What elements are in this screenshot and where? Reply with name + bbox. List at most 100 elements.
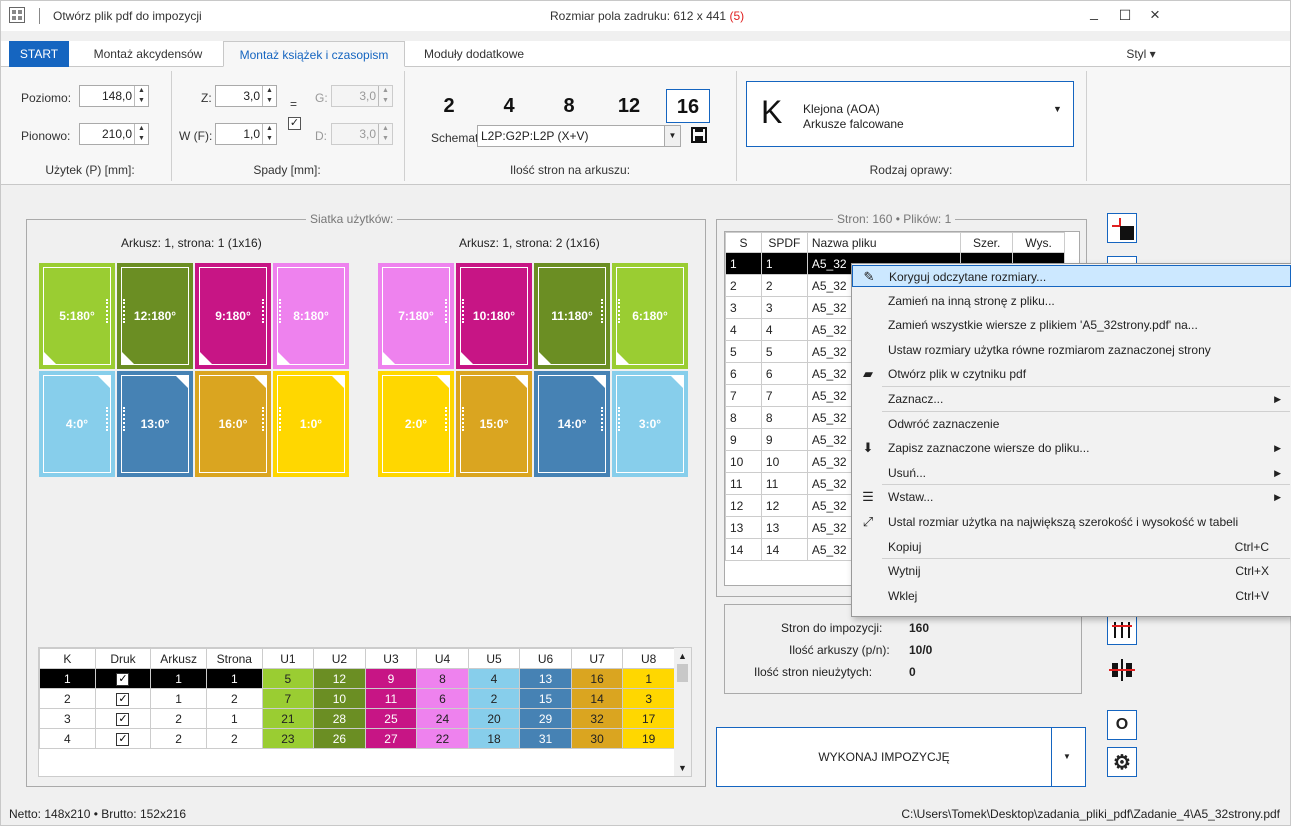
column-header[interactable]: Nazwa pliku (806, 232, 962, 253)
column-header[interactable]: SPDF (760, 232, 808, 253)
menu-item[interactable]: ⤢ Ustal rozmiar użytka na największą szer… (852, 511, 1291, 533)
column-header[interactable]: Druk (94, 648, 152, 669)
imposition-cell[interactable]: 12:180° (117, 263, 193, 369)
poziomo-stepper[interactable]: ▲ ▼ (134, 86, 148, 106)
pages-12-button[interactable]: 12 (607, 89, 651, 123)
close-button[interactable]: × (1145, 5, 1165, 25)
spad-w-stepper[interactable]: ▲ ▼ (262, 124, 276, 144)
druk-cell[interactable]: ✓ (94, 708, 152, 729)
scroll-thumb[interactable] (677, 664, 688, 682)
column-header[interactable]: Arkusz (150, 648, 207, 669)
druk-checkbox[interactable]: ✓ (116, 673, 130, 686)
table-row[interactable]: 3 ✓ 2 1 21 28 25 24 20 29 32 17 (39, 708, 675, 729)
pionowo-stepper[interactable]: ▲ ▼ (134, 124, 148, 144)
imposition-cell[interactable]: 14:0° (534, 371, 610, 477)
spad-g-input[interactable]: 3,0 ▲ ▼ (331, 85, 393, 107)
maximize-button[interactable]: ☐ (1115, 7, 1135, 24)
chevron-down-icon[interactable]: ▼ (664, 126, 680, 146)
menu-item[interactable]: Ustaw rozmiary użytka równe rozmiarom za… (852, 339, 1291, 361)
imposition-cell[interactable]: 11:180° (534, 263, 610, 369)
table-row[interactable]: 1 ✓ 1 1 5 12 9 8 4 13 16 1 (39, 668, 675, 689)
druk-cell[interactable]: ✓ (94, 668, 152, 689)
column-header[interactable]: U4 (416, 648, 469, 669)
column-header[interactable]: U8 (622, 648, 675, 669)
crop-marks-button[interactable] (1107, 213, 1137, 243)
imposition-cell[interactable]: 1:0° (273, 371, 349, 477)
imposition-cell[interactable]: 9:180° (195, 263, 271, 369)
imposition-cell[interactable]: 10:180° (456, 263, 532, 369)
app-icon[interactable] (9, 7, 25, 23)
scrollbar[interactable]: ▲ ▼ (674, 648, 691, 776)
column-header[interactable]: U6 (519, 648, 572, 669)
save-icon[interactable] (690, 125, 708, 145)
tab-moduly-dodatkowe[interactable]: Moduły dodatkowe (409, 41, 539, 67)
imposition-cell[interactable]: 4:0° (39, 371, 115, 477)
druk-cell[interactable]: ✓ (94, 728, 152, 749)
spad-d-input[interactable]: 3,0 ▲ ▼ (331, 123, 393, 145)
menu-item[interactable]: ⬇ Zapisz zaznaczone wiersze do pliku... ▶ (852, 437, 1291, 459)
spady-link-checkbox[interactable]: ✓ (288, 117, 301, 130)
column-header[interactable]: Szer. (960, 232, 1014, 253)
pionowo-input[interactable]: 210,0 ▲ ▼ (79, 123, 149, 145)
imposition-cell[interactable]: 5:180° (39, 263, 115, 369)
open-pdf-link[interactable]: Otwórz plik pdf do impozycji (53, 9, 202, 23)
druk-checkbox[interactable]: ✓ (116, 693, 130, 706)
imposition-cell[interactable]: 3:0° (612, 371, 688, 477)
imposition-cell[interactable]: 13:0° (117, 371, 193, 477)
column-header[interactable]: U1 (261, 648, 315, 669)
sheets-table[interactable]: K Druk Arkusz Strona U1 U2 U3 U4 U5 U6 U7 U8 1 ✓ 1 1 5 1… (38, 647, 692, 777)
spad-w-input[interactable]: 1,0 ▲ ▼ (215, 123, 277, 145)
druk-cell[interactable]: ✓ (94, 688, 152, 709)
spad-d-stepper[interactable]: ▲ ▼ (378, 124, 392, 144)
pages-16-button[interactable]: 16 (666, 89, 710, 123)
tab-montaz-ksiazek[interactable]: Montaż książek i czasopism (223, 41, 405, 67)
column-header[interactable]: U3 (364, 648, 418, 669)
menu-item[interactable]: Odwróć zaznaczenie (852, 413, 1291, 435)
column-header[interactable]: K (39, 648, 96, 669)
menu-item[interactable]: Kopiuj Ctrl+C (852, 536, 1291, 558)
menu-item[interactable]: Zamień wszystkie wiersze z plikiem 'A5_3… (852, 314, 1291, 336)
schemat-dropdown[interactable]: L2P:G2P:L2P (X+V) ▼ (477, 125, 681, 147)
table-row[interactable]: 2 ✓ 1 2 7 10 11 6 2 15 14 3 (39, 688, 675, 709)
distribute-button[interactable] (1107, 615, 1137, 645)
minimize-button[interactable]: _ (1084, 4, 1104, 20)
imposition-cell[interactable]: 8:180° (273, 263, 349, 369)
menu-item[interactable]: Zamień na inną stronę z pliku... (852, 290, 1291, 312)
spad-z-input[interactable]: 3,0 ▲ ▼ (215, 85, 277, 107)
execute-imposition-button[interactable]: WYKONAJ IMPOZYCJĘ ▼ (716, 727, 1086, 787)
scroll-down-icon[interactable]: ▼ (674, 760, 691, 776)
pages-8-button[interactable]: 8 (547, 89, 591, 123)
tab-montaz-akcydensow[interactable]: Montaż akcydensów (73, 41, 223, 67)
column-header[interactable]: U7 (570, 648, 624, 669)
pages-4-button[interactable]: 4 (487, 89, 531, 123)
druk-checkbox[interactable]: ✓ (116, 713, 130, 726)
menu-item[interactable]: Zaznacz... ▶ (852, 388, 1291, 410)
settings-button[interactable]: ⚙ (1107, 747, 1137, 777)
tab-start[interactable]: START (9, 41, 69, 67)
split-center-icon[interactable] (1107, 655, 1137, 685)
column-header[interactable]: U2 (313, 648, 366, 669)
column-header[interactable]: Strona (205, 648, 263, 669)
druk-checkbox[interactable]: ✓ (116, 733, 130, 746)
table-row[interactable]: 4 ✓ 2 2 23 26 27 22 18 31 30 19 (39, 728, 675, 749)
imposition-cell[interactable]: 2:0° (378, 371, 454, 477)
menu-item[interactable]: ✎ Koryguj odczytane rozmiary... (852, 265, 1291, 287)
scroll-up-icon[interactable]: ▲ (674, 648, 691, 664)
imposition-cell[interactable]: 7:180° (378, 263, 454, 369)
menu-item[interactable]: ☰ Wstaw... ▶ (852, 486, 1291, 508)
column-header[interactable]: S (725, 232, 762, 253)
poziomo-input[interactable]: 148,0 ▲ ▼ (79, 85, 149, 107)
pages-2-button[interactable]: 2 (427, 89, 471, 123)
o-button[interactable]: O (1107, 710, 1137, 740)
column-header[interactable]: U5 (467, 648, 521, 669)
menu-item[interactable]: Wklej Ctrl+V (852, 585, 1291, 607)
imposition-cell[interactable]: 15:0° (456, 371, 532, 477)
menu-item[interactable]: Usuń... ▶ (852, 462, 1291, 484)
spad-z-stepper[interactable]: ▲ ▼ (262, 86, 276, 106)
column-header[interactable]: Wys. (1012, 232, 1065, 253)
spad-g-stepper[interactable]: ▲ ▼ (378, 86, 392, 106)
binding-type-dropdown[interactable]: K Klejona (AOA) Arkusze falcowane ▼ (746, 81, 1074, 147)
menu-item[interactable]: Wytnij Ctrl+X (852, 560, 1291, 582)
chevron-down-icon[interactable]: ▼ (1063, 752, 1071, 761)
style-menu[interactable]: Styl ▾ (1111, 41, 1171, 67)
